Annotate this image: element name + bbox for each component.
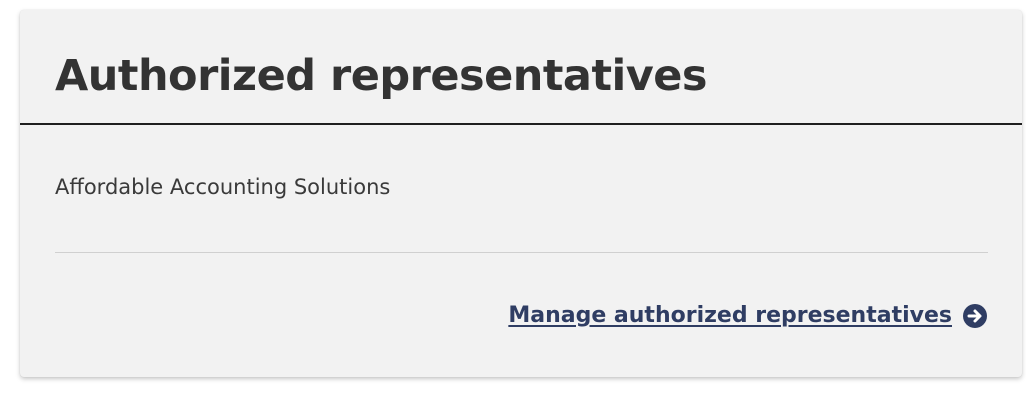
card-title: Authorized representatives xyxy=(55,51,708,101)
representative-name: Affordable Accounting Solutions xyxy=(55,175,391,199)
authorized-representatives-card: Authorized representatives Affordable Ac… xyxy=(20,10,1022,377)
manage-link-label: Manage authorized representatives xyxy=(508,303,952,328)
arrow-circle-right-icon xyxy=(962,303,988,329)
card-header: Authorized representatives xyxy=(20,10,1022,125)
manage-authorized-representatives-link[interactable]: Manage authorized representatives xyxy=(508,299,988,333)
divider xyxy=(55,252,988,253)
